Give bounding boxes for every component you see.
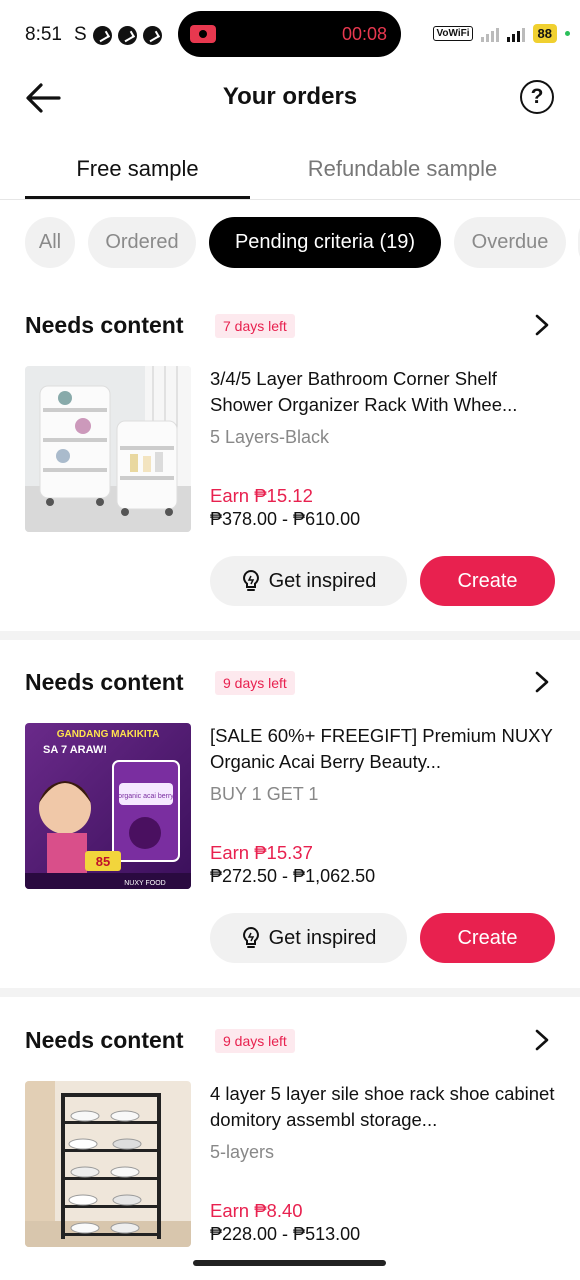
header: Your orders ? xyxy=(0,68,580,128)
product-image[interactable] xyxy=(25,366,191,532)
tab-free-sample[interactable]: Free sample xyxy=(25,156,250,182)
chevron-right-icon[interactable] xyxy=(534,1029,550,1051)
signal-icon-2 xyxy=(506,26,525,42)
filter-pending-criteria[interactable]: Pending criteria (19) xyxy=(209,217,441,268)
get-inspired-label: Get inspired xyxy=(268,926,377,949)
product-image[interactable] xyxy=(25,1081,191,1247)
days-left-badge: 9 days left xyxy=(215,1029,295,1053)
create-button[interactable]: Create xyxy=(420,556,555,606)
product-name[interactable]: 4 layer 5 layer sile shoe rack shoe cabi… xyxy=(210,1081,558,1133)
product-variant: 5 Layers-Black xyxy=(210,427,330,447)
status-time: 8:51 xyxy=(25,24,62,45)
image-brand: NUXY FOOD xyxy=(124,880,166,887)
price-range: ₱228.00 - ₱513.00 xyxy=(210,1224,361,1244)
filter-ordered[interactable]: Ordered xyxy=(88,217,196,268)
messenger-icon xyxy=(92,25,112,45)
vowifi-icon: VoWiFi xyxy=(433,26,473,41)
status-time-group: 8:51 S xyxy=(25,24,162,46)
earn-amount: Earn ₱15.12 xyxy=(210,485,313,506)
shoe-rack-image xyxy=(25,1081,191,1247)
status-right: VoWiFi 88 xyxy=(433,24,570,43)
lightbulb-icon xyxy=(242,569,259,591)
earn-amount: Earn ₱8.40 xyxy=(210,1200,303,1221)
order-status: Needs content xyxy=(25,312,184,338)
image-price-tag: 85 xyxy=(96,854,110,869)
active-tab-indicator xyxy=(25,196,250,199)
messenger-icon-3 xyxy=(142,25,162,45)
status-bar: 8:51 S 00:08 VoWiFi 88 xyxy=(0,0,580,68)
create-button[interactable]: Create xyxy=(420,913,555,963)
section-divider xyxy=(0,988,580,997)
page-title: Your orders xyxy=(222,83,358,110)
order-card[interactable]: Needs content 7 days left 3/4/5 Layer Ba… xyxy=(0,300,580,635)
filter-all[interactable]: All xyxy=(25,217,75,268)
get-inspired-button[interactable]: Get inspired xyxy=(210,913,407,963)
product-name[interactable]: [SALE 60%+ FREEGIFT] Premium NUXY Organi… xyxy=(210,723,558,775)
product-image[interactable]: GANDANG MAKIKITA SA 7 ARAW! organic acai… xyxy=(25,723,191,889)
image-pack-label: organic acai berry xyxy=(118,793,174,800)
order-card[interactable]: Needs content 9 days left 4 layer 5 laye… xyxy=(0,1015,580,1255)
battery-icon: 88 xyxy=(532,24,557,43)
get-inspired-label: Get inspired xyxy=(268,569,377,592)
chevron-right-icon[interactable] xyxy=(534,671,550,693)
tab-bar: Free sample Refundable sample xyxy=(0,140,580,200)
section-divider xyxy=(0,631,580,640)
lightbulb-icon xyxy=(242,926,259,948)
filter-overdue[interactable]: Overdue xyxy=(454,217,566,268)
s-app-icon: S xyxy=(73,24,87,45)
order-status: Needs content xyxy=(25,669,184,695)
image-headline: GANDANG MAKIKITA xyxy=(57,729,160,740)
filter-chips: All Ordered Pending criteria (19) Overdu… xyxy=(0,217,580,269)
record-icon xyxy=(190,25,216,43)
order-card[interactable]: Needs content 9 days left GANDANG MAKIKI… xyxy=(0,657,580,992)
home-indicator[interactable] xyxy=(193,1260,386,1266)
corner-shelf-image xyxy=(25,366,191,532)
screen-record-pill[interactable]: 00:08 xyxy=(178,11,401,57)
help-icon[interactable]: ? xyxy=(520,80,554,114)
get-inspired-button[interactable]: Get inspired xyxy=(210,556,407,606)
tab-refundable-sample[interactable]: Refundable sample xyxy=(280,156,525,182)
chevron-right-icon[interactable] xyxy=(534,314,550,336)
product-variant: 5-layers xyxy=(210,1142,275,1162)
privacy-dot xyxy=(565,31,570,36)
acai-berry-image: GANDANG MAKIKITA SA 7 ARAW! organic acai… xyxy=(25,723,191,889)
product-name[interactable]: 3/4/5 Layer Bathroom Corner Shelf Shower… xyxy=(210,366,558,418)
price-range: ₱272.50 - ₱1,062.50 xyxy=(210,866,376,886)
days-left-badge: 9 days left xyxy=(215,671,295,695)
price-range: ₱378.00 - ₱610.00 xyxy=(210,509,361,529)
earn-amount: Earn ₱15.37 xyxy=(210,842,313,863)
record-timer: 00:08 xyxy=(341,24,387,44)
messenger-icon-2 xyxy=(117,25,137,45)
order-status: Needs content xyxy=(25,1027,184,1053)
days-left-badge: 7 days left xyxy=(215,314,295,338)
product-variant: BUY 1 GET 1 xyxy=(210,784,319,804)
signal-icon xyxy=(480,26,499,42)
image-sub: SA 7 ARAW! xyxy=(43,744,107,756)
